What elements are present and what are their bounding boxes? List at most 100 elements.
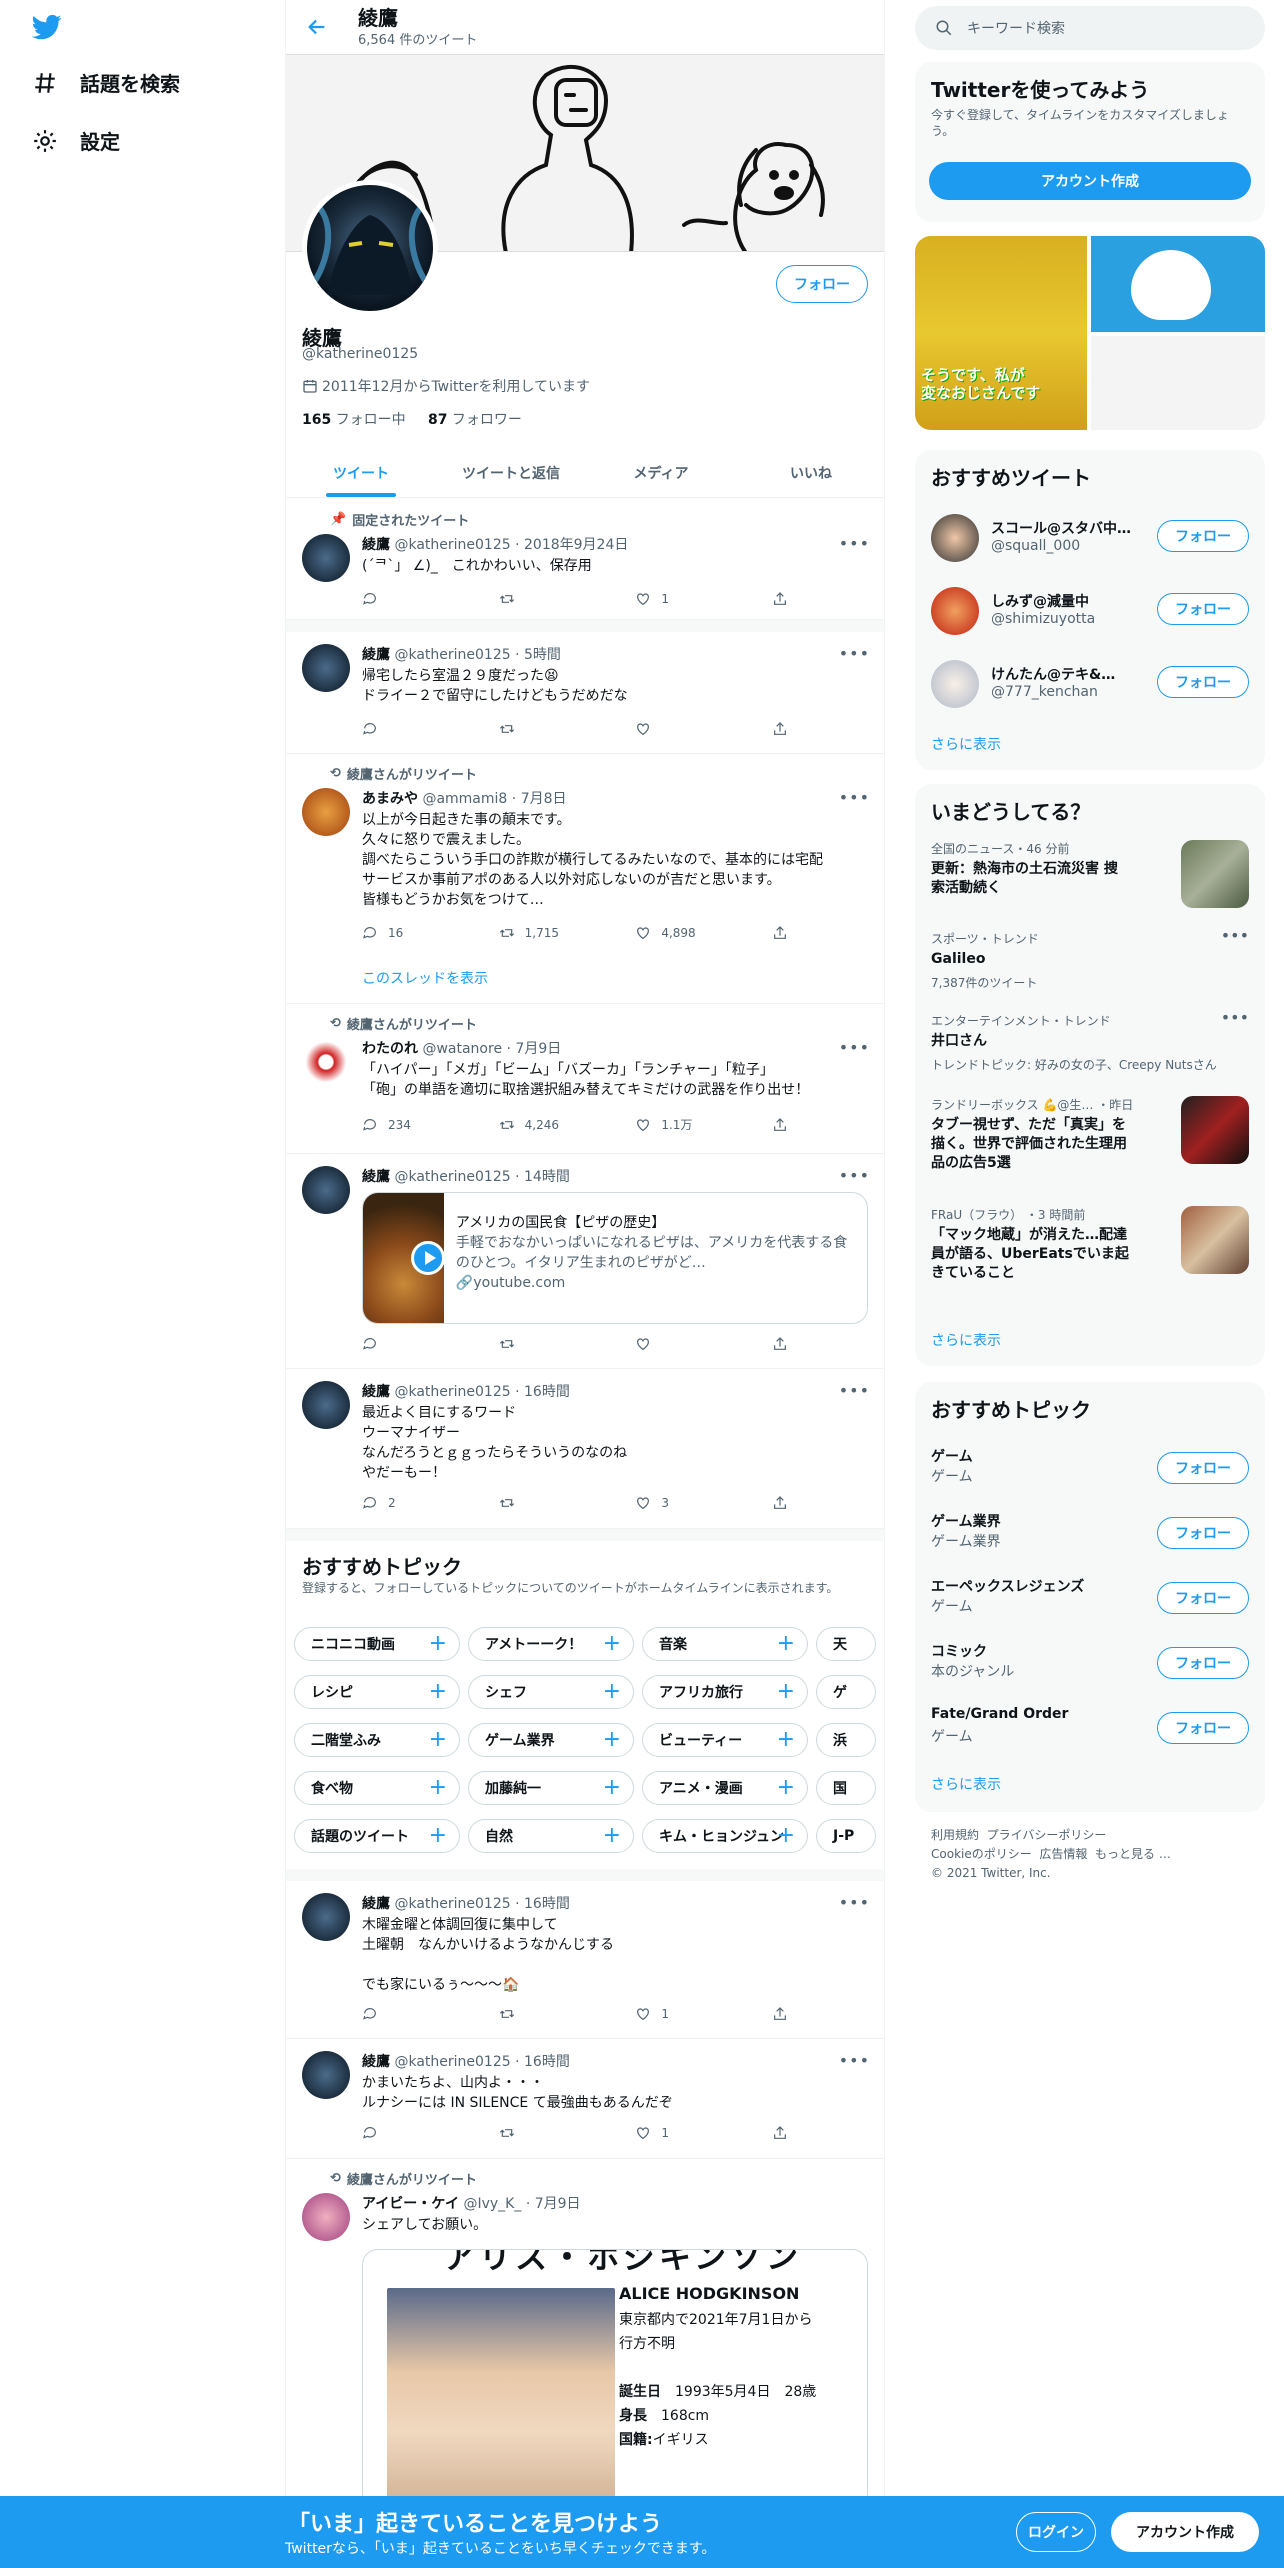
topic-chip[interactable]: ゲ [816,1675,876,1709]
plus-icon[interactable]: + [777,1823,795,1848]
video-thumbnail[interactable] [363,1193,445,1323]
tweet-author[interactable]: 綾鷹 [362,2054,390,2070]
topic-item[interactable]: ゲーム ゲーム フォロー [915,1434,1265,1499]
topic-chip[interactable]: アフリカ旅行 + [642,1675,808,1709]
more-icon[interactable]: ••• [839,1038,870,1057]
share-button[interactable] [772,1116,792,1133]
tweet-time[interactable]: 5時間 [524,647,561,663]
plus-icon[interactable]: + [603,1679,621,1704]
topic-item[interactable]: ゲーム業界 ゲーム業界 フォロー [915,1499,1265,1564]
reply-button[interactable] [362,1336,482,1352]
reply-button[interactable] [362,591,482,607]
tweet-author[interactable]: あまみや [362,791,418,807]
tab-tweets-replies[interactable]: ツイートと返信 [436,448,586,497]
tweet-handle[interactable]: @watanore [422,1041,502,1057]
tweet-3[interactable]: ⟲ 綾鷹さんがリツイート わたのれ @watanore · 7月9日 「ハイパー」… [286,1004,884,1154]
topic-chip[interactable]: 二階堂ふみ + [294,1723,460,1757]
follow-button[interactable]: フォロー [1157,1582,1249,1614]
create-account-button[interactable]: アカウント作成 [929,162,1251,200]
plus-icon[interactable]: + [603,1727,621,1752]
reply-button[interactable] [362,2006,482,2022]
avatar[interactable] [302,534,350,582]
like-button[interactable] [635,1336,755,1352]
show-more-link[interactable]: さらに表示 [931,1330,1001,1350]
share-button[interactable] [772,1495,792,1511]
retweet-button[interactable]: 1,715 [499,925,619,941]
play-icon[interactable] [411,1241,445,1275]
follow-button[interactable]: フォロー [1157,1452,1249,1484]
tweet-handle[interactable]: @katherine0125 [394,1896,510,1912]
tab-likes[interactable]: いいね [736,448,884,497]
topic-item[interactable]: エーペックスレジェンズ ゲーム フォロー [915,1564,1265,1629]
show-more-link[interactable]: さらに表示 [931,734,1001,754]
missing-poster-image[interactable]: アリス・ホジキンソン ALICE HODGKINSON 東京都内で2021年7月… [362,2249,868,2509]
avatar[interactable] [302,1038,350,1086]
more-icon[interactable]: ••• [839,1381,870,1400]
like-button[interactable]: 1.1万 [635,1116,755,1133]
plus-icon[interactable]: + [777,1679,795,1704]
retweet-button[interactable]: 4,246 [499,1116,619,1133]
share-button[interactable] [772,721,792,737]
topic-chip[interactable]: 話題のツイート + [294,1819,460,1853]
more-icon[interactable]: ••• [1221,1008,1249,1027]
tweet-time[interactable]: 2018年9月24日 [524,537,628,553]
search-box[interactable]: キーワード検索 [915,6,1265,50]
retweet-button[interactable] [499,2125,619,2141]
avatar[interactable] [302,788,350,836]
tweet-handle[interactable]: @katherine0125 [394,647,510,663]
like-button[interactable]: 3 [635,1495,755,1511]
tweet-time[interactable]: 7月9日 [515,1041,561,1057]
topic-chip[interactable]: ビューティー + [642,1723,808,1757]
link-card[interactable]: アメリカの国民食【ピザの歴史】 手軽でおなかいっぱいになれるピザは、アメリカを代… [362,1192,868,1324]
avatar[interactable] [302,1166,350,1214]
tweet-author[interactable]: アイビー・ケイ [362,2196,459,2212]
more-icon[interactable]: ••• [839,534,870,553]
avatar[interactable] [302,1893,350,1941]
topic-chip[interactable]: 浜 [816,1723,876,1757]
topic-chip[interactable]: ゲーム業界 + [468,1723,634,1757]
tweet-0[interactable]: 📌 固定されたツイート 綾鷹 @katherine0125 · 2018年9月24… [286,498,884,620]
tweet-7[interactable]: 綾鷹 @katherine0125 · 16時間 かまいたちよ、山内よ・・・ ル… [286,2039,884,2159]
retweet-button[interactable] [499,1495,619,1511]
like-button[interactable]: 4,898 [635,925,755,941]
tweet-time[interactable]: 14時間 [524,1169,570,1185]
share-button[interactable] [772,2125,792,2141]
tweet-author[interactable]: 綾鷹 [362,537,390,553]
plus-icon[interactable]: + [603,1631,621,1656]
following-link[interactable]: 165 フォロー中 [302,412,406,428]
topic-chip[interactable]: 天 [816,1627,876,1661]
follow-button[interactable]: フォロー [1157,1712,1249,1744]
footer-privacy[interactable]: プライバシーポリシー [987,1828,1107,1842]
follow-button[interactable]: フォロー [1157,1517,1249,1549]
nav-explore[interactable]: 話題を検索 [32,68,180,97]
topic-item[interactable]: Fate/Grand Order ゲーム フォロー [915,1694,1265,1759]
topic-chip[interactable]: J-P [816,1819,876,1853]
signup-button[interactable]: アカウント作成 [1111,2512,1259,2552]
tweet-2[interactable]: ⟲ 綾鷹さんがリツイート あまみや @ammami8 · 7月8日 以上が今日起き… [286,754,884,1004]
twitter-logo-icon[interactable] [30,12,64,42]
trend-item[interactable]: エンターテインメント・トレンド 井口さん トレンドトピック: 好みの女の子、Cr… [915,1006,1265,1086]
media-image-2[interactable] [1091,236,1265,332]
topic-chip[interactable]: ニコニコ動画 + [294,1627,460,1661]
more-icon[interactable]: ••• [839,644,870,663]
tweet-1[interactable]: 綾鷹 @katherine0125 · 5時間 帰宅したら室温２９度だった😫 ド… [286,632,884,754]
tweet-author[interactable]: わたのれ [362,1041,418,1057]
login-button[interactable]: ログイン [1016,2512,1096,2552]
followers-link[interactable]: 87 フォロワー [428,412,522,428]
topic-item[interactable]: コミック 本のジャンル フォロー [915,1629,1265,1694]
share-button[interactable] [772,591,792,607]
tab-media[interactable]: メディア [586,448,736,497]
more-icon[interactable]: ••• [839,1166,870,1185]
footer-ads[interactable]: 広告情報 [1039,1847,1087,1861]
follow-button[interactable]: フォロー [1157,520,1249,552]
tweet-author[interactable]: 綾鷹 [362,647,390,663]
tweet-author[interactable]: 綾鷹 [362,1384,390,1400]
tweet-time[interactable]: 16時間 [524,2054,570,2070]
more-icon[interactable]: ••• [839,2051,870,2070]
tweet-handle[interactable]: @katherine0125 [394,2054,510,2070]
tweet-5[interactable]: 綾鷹 @katherine0125 · 16時間 最近よく目にするワード ウーマ… [286,1369,884,1529]
tweet-handle[interactable]: @katherine0125 [394,1384,510,1400]
avatar[interactable] [931,660,979,708]
media-image-3[interactable] [1091,336,1265,430]
footer-more[interactable]: もっと見る … [1095,1847,1171,1861]
